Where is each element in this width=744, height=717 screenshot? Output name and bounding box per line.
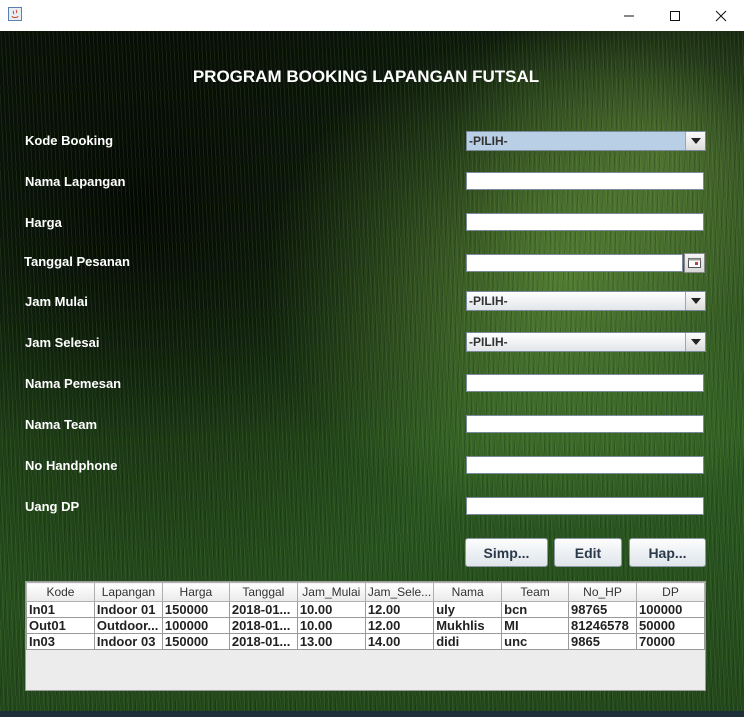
jam-mulai-combo[interactable]: -PILIH- [466,291,706,311]
form-panel: PROGRAM BOOKING LAPANGAN FUTSAL Kode Boo… [0,31,744,711]
jam-selesai-dropdown-button[interactable] [685,333,705,351]
tanggal-pesanan-input[interactable] [466,254,683,272]
uang-dp-input[interactable] [466,497,704,515]
calendar-icon [688,258,701,268]
table-cell[interactable]: bcn [501,601,570,618]
table-cell[interactable]: 81246578 [568,617,638,634]
label-harga: Harga [25,215,62,230]
table-cell[interactable]: 50000 [636,617,705,634]
jam-selesai-combo[interactable]: -PILIH- [466,332,706,352]
column-header[interactable]: Kode [26,582,95,602]
table-cell[interactable]: 10.00 [296,617,366,634]
label-no-handphone: No Handphone [25,458,118,473]
column-header[interactable]: Team [501,582,570,602]
label-nama-pemesan: Nama Pemesan [25,376,122,391]
table-cell[interactable]: Indoor 03 [93,633,163,650]
chevron-down-icon [690,138,701,144]
kode-booking-value: -PILIH- [469,134,508,148]
label-jam-mulai: Jam Mulai [25,294,88,309]
edit-button[interactable]: Edit [554,538,622,567]
simpan-button[interactable]: Simp... [465,538,548,567]
title-bar [0,0,744,31]
column-header[interactable]: DP [636,582,705,602]
table-cell[interactable]: 100000 [161,617,230,634]
minimize-icon [624,15,634,16]
table-cell[interactable]: 9865 [568,633,638,650]
table-cell[interactable]: Mukhlis [433,617,503,634]
nama-team-input[interactable] [466,415,704,433]
column-header[interactable]: Jam_Mulai [296,582,366,602]
label-uang-dp: Uang DP [25,499,80,514]
kode-booking-dropdown-button[interactable] [685,132,705,150]
table-cell[interactable]: 12.00 [364,617,435,634]
table-cell[interactable]: unc [501,633,570,650]
table-cell[interactable]: 98765 [568,601,638,618]
column-header[interactable]: No_HP [568,582,638,602]
page-title: PROGRAM BOOKING LAPANGAN FUTSAL [192,67,540,86]
column-header[interactable]: Lapangan [93,582,163,602]
chevron-down-icon [690,339,701,345]
date-picker-button[interactable] [684,253,705,273]
table-cell[interactable]: In03 [26,633,95,650]
label-nama-lapangan: Nama Lapangan [25,174,126,189]
close-icon [715,10,727,21]
table-cell[interactable]: Out01 [26,617,95,634]
jam-mulai-value: -PILIH- [469,294,508,308]
column-header[interactable]: Jam_Sele... [364,582,435,602]
close-button[interactable] [698,0,744,31]
column-header[interactable]: Tanggal [228,582,298,602]
booking-table-grid: Kode Lapangan Harga Tanggal Jam_Mulai Jam_Sel… [26,582,705,650]
table-cell[interactable]: 150000 [161,633,230,650]
table-cell[interactable]: 2018-01... [228,617,298,634]
table-cell[interactable]: 2018-01... [228,601,298,618]
label-nama-team: Nama Team [25,417,98,432]
label-kode-booking: Kode Booking [25,133,114,148]
table-cell[interactable]: 150000 [161,601,230,618]
table-cell[interactable]: 100000 [636,601,705,618]
label-tanggal-pesanan: Tanggal Pesanan [24,254,130,269]
nama-lapangan-input[interactable] [466,172,704,190]
table-cell[interactable]: 14.00 [364,633,435,650]
jam-mulai-dropdown-button[interactable] [685,292,705,310]
table-cell[interactable]: 10.00 [296,601,366,618]
no-handphone-input[interactable] [466,456,704,474]
table-cell[interactable]: Outdoor... [93,617,163,634]
table-cell[interactable]: MI [501,617,570,634]
column-header[interactable]: Nama [433,582,503,602]
jam-selesai-value: -PILIH- [469,335,508,349]
taskbar-strip [0,711,744,717]
nama-pemesan-input[interactable] [466,374,704,392]
hapus-button[interactable]: Hap... [629,538,706,567]
harga-input[interactable] [466,213,704,231]
java-app-icon [8,7,22,21]
label-jam-selesai: Jam Selesai [25,335,100,350]
table-cell[interactable]: 2018-01... [228,633,298,650]
table-cell[interactable]: In01 [26,601,95,618]
table-row[interactable]: In01 Indoor 01 150000 2018-01... 10.00 12.00 u… [26,601,705,618]
table-cell[interactable]: 12.00 [364,601,435,618]
table-cell[interactable]: 70000 [636,633,705,650]
table-cell[interactable]: 13.00 [296,633,366,650]
minimize-button[interactable] [606,0,652,31]
table-row[interactable]: In03 Indoor 03 150000 2018-01... 13.00 14.00 d… [26,633,705,650]
column-header[interactable]: Harga [161,582,230,602]
chevron-down-icon [690,298,701,304]
table-cell[interactable]: Indoor 01 [93,601,163,618]
table-body: In01 Indoor 01 150000 2018-01... 10.00 12.00 u… [26,601,705,650]
table-cell[interactable]: uly [433,601,503,618]
booking-table[interactable]: Kode Lapangan Harga Tanggal Jam_Mulai Jam_Sel… [25,581,706,691]
table-row[interactable]: Out01 Outdoor... 100000 2018-01... 10.00 12.0… [26,617,705,634]
maximize-icon [670,10,680,21]
maximize-button[interactable] [652,0,698,31]
table-cell[interactable]: didi [433,633,503,650]
table-header: Kode Lapangan Harga Tanggal Jam_Mulai Jam_Sel… [26,582,705,602]
booking-window: PROGRAM BOOKING LAPANGAN FUTSAL Kode Boo… [0,0,744,717]
kode-booking-combo[interactable]: -PILIH- [466,131,706,151]
